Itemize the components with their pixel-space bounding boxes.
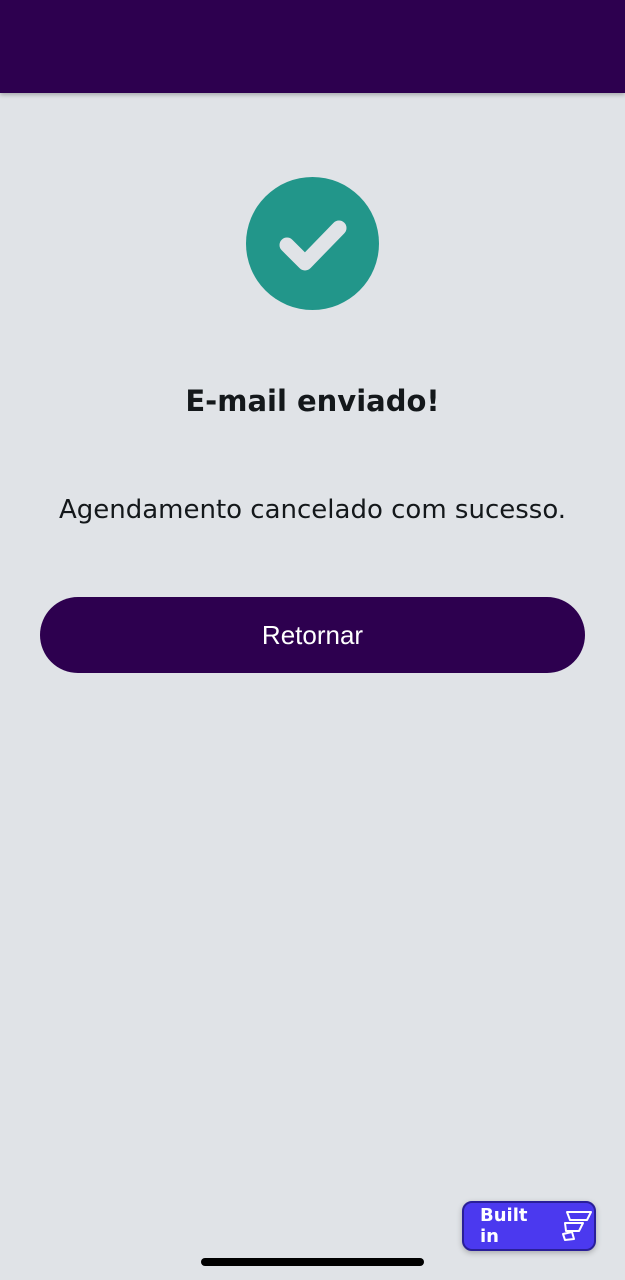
built-in-label: Built in [480, 1205, 528, 1247]
status-message: Agendamento cancelado com sucesso. [58, 495, 567, 525]
flutterflow-logo-icon [558, 1206, 594, 1247]
status-title: E-mail enviado! [185, 384, 440, 418]
built-in-badge[interactable]: Built in [462, 1201, 596, 1251]
home-indicator[interactable] [201, 1258, 424, 1266]
app-bar [0, 0, 625, 93]
return-button[interactable]: Retornar [40, 597, 585, 673]
success-check-icon [246, 177, 379, 310]
